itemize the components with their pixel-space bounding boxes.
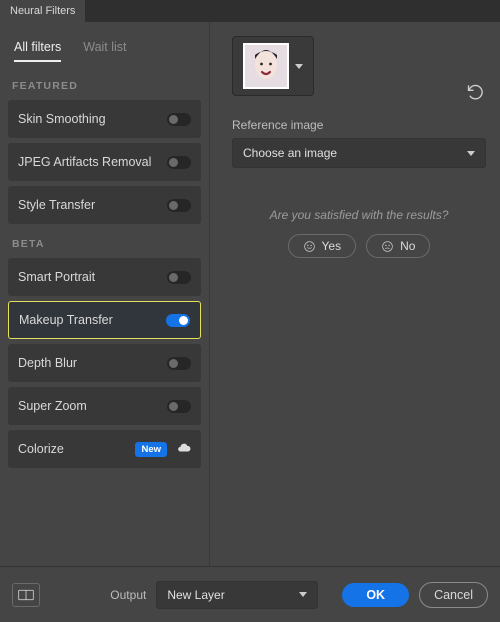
- feedback-yes-button[interactable]: Yes: [288, 234, 357, 258]
- filter-label: Style Transfer: [18, 198, 167, 212]
- button-label: Yes: [322, 239, 342, 253]
- dropdown-value: New Layer: [167, 588, 224, 602]
- filter-skin-smoothing[interactable]: Skin Smoothing: [8, 100, 201, 138]
- filter-smart-portrait[interactable]: Smart Portrait: [8, 258, 201, 296]
- toggle[interactable]: [167, 113, 191, 126]
- chevron-down-icon: [467, 151, 475, 156]
- ok-button[interactable]: OK: [342, 583, 409, 607]
- filter-label: Depth Blur: [18, 356, 167, 370]
- filter-style-transfer[interactable]: Style Transfer: [8, 186, 201, 224]
- toggle[interactable]: [167, 199, 191, 212]
- section-featured: FEATURED: [12, 80, 201, 92]
- tab-wait-list[interactable]: Wait list: [83, 40, 126, 62]
- new-badge: New: [135, 442, 167, 457]
- toggle[interactable]: [167, 400, 191, 413]
- chevron-down-icon: [299, 592, 307, 597]
- filter-label: Skin Smoothing: [18, 112, 167, 126]
- section-beta: BETA: [12, 238, 201, 250]
- filter-label: JPEG Artifacts Removal: [18, 155, 167, 169]
- chevron-down-icon: [295, 64, 303, 69]
- filter-super-zoom[interactable]: Super Zoom: [8, 387, 201, 425]
- tab-all-filters[interactable]: All filters: [14, 40, 61, 62]
- feedback-prompt: Are you satisfied with the results?: [232, 208, 486, 222]
- filter-settings-panel: Reference image Choose an image Are you …: [210, 22, 500, 566]
- reset-icon[interactable]: [466, 82, 486, 105]
- frown-icon: [381, 240, 394, 253]
- reference-image-label: Reference image: [232, 118, 486, 132]
- toggle[interactable]: [167, 357, 191, 370]
- filter-makeup-transfer[interactable]: Makeup Transfer: [8, 301, 201, 339]
- filter-label: Colorize: [18, 442, 135, 456]
- filter-colorize[interactable]: Colorize New: [8, 430, 201, 468]
- feedback-no-button[interactable]: No: [366, 234, 430, 258]
- window-tab[interactable]: Neural Filters: [0, 0, 85, 22]
- filter-label: Super Zoom: [18, 399, 167, 413]
- output-label: Output: [110, 588, 146, 602]
- cancel-button[interactable]: Cancel: [419, 582, 488, 608]
- filter-label: Makeup Transfer: [19, 313, 166, 327]
- filter-depth-blur[interactable]: Depth Blur: [8, 344, 201, 382]
- button-label: No: [400, 239, 415, 253]
- toggle[interactable]: [166, 314, 190, 327]
- output-dropdown[interactable]: New Layer: [156, 581, 318, 609]
- toggle[interactable]: [167, 271, 191, 284]
- face-thumbnail: [243, 43, 289, 89]
- filter-jpeg-artifacts-removal[interactable]: JPEG Artifacts Removal: [8, 143, 201, 181]
- reference-image-dropdown[interactable]: Choose an image: [232, 138, 486, 168]
- footer-bar: Output New Layer OK Cancel: [0, 566, 500, 622]
- preview-toggle-button[interactable]: [12, 583, 40, 607]
- smile-icon: [303, 240, 316, 253]
- face-selector[interactable]: [232, 36, 314, 96]
- dropdown-value: Choose an image: [243, 146, 337, 160]
- toggle[interactable]: [167, 156, 191, 169]
- preview-icon: [18, 589, 34, 601]
- download-icon[interactable]: [177, 441, 191, 458]
- filter-label: Smart Portrait: [18, 270, 167, 284]
- filter-list-panel: All filters Wait list FEATURED Skin Smoo…: [0, 22, 210, 566]
